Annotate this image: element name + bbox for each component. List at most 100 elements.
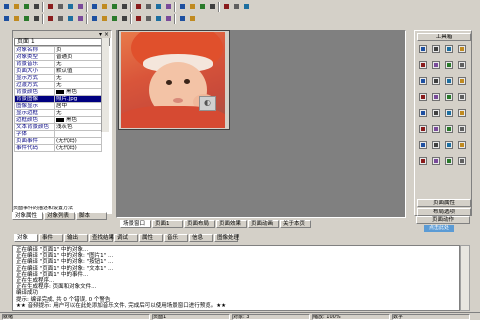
object-select[interactable]: 页面 1 ▼ xyxy=(14,38,110,46)
scene-tab[interactable]: 关于本页 xyxy=(280,220,311,228)
property-value[interactable]: 居中 xyxy=(54,102,102,110)
step-icon[interactable] xyxy=(222,2,231,11)
grid-icon[interactable] xyxy=(120,2,129,11)
check-icon[interactable] xyxy=(32,14,41,23)
close-icon[interactable]: × xyxy=(104,31,109,38)
pause-icon[interactable] xyxy=(232,2,241,11)
property-row[interactable]: 页面事件 (无代码) xyxy=(14,137,102,145)
property-scrollbar[interactable] xyxy=(101,38,109,132)
table-tool-icon[interactable] xyxy=(419,93,427,101)
property-value[interactable]: 照片.jpg xyxy=(54,95,102,103)
property-row[interactable]: 字体 xyxy=(14,130,102,138)
property-value[interactable]: 黑色 xyxy=(54,88,102,96)
align-center-icon[interactable] xyxy=(100,14,109,23)
stop-icon[interactable] xyxy=(178,2,187,11)
scene-tab[interactable]: 页面动画 xyxy=(248,220,279,228)
color-icon[interactable] xyxy=(154,14,163,23)
select-icon[interactable] xyxy=(2,14,11,23)
property-value[interactable]: 页 xyxy=(54,46,102,54)
output-tab[interactable]: 信息 xyxy=(189,234,213,242)
button-tool-icon[interactable] xyxy=(419,61,427,69)
clock-icon[interactable] xyxy=(432,157,440,165)
output-tab[interactable]: 音乐 xyxy=(164,234,188,242)
dice-icon[interactable] xyxy=(419,157,427,165)
end-icon[interactable] xyxy=(242,2,251,11)
input-icon[interactable] xyxy=(458,93,466,101)
output-tab[interactable]: 输出 xyxy=(64,234,88,242)
label-icon[interactable] xyxy=(445,125,453,133)
music-icon[interactable] xyxy=(144,2,153,11)
radio-icon[interactable] xyxy=(46,14,55,23)
pin-icon[interactable]: ▾ xyxy=(99,31,102,38)
link-icon[interactable] xyxy=(458,141,466,149)
flash-icon[interactable] xyxy=(445,77,453,85)
button-icon[interactable] xyxy=(22,14,31,23)
note-icon[interactable] xyxy=(458,157,466,165)
property-row[interactable]: 图像显示 居中 xyxy=(14,102,102,110)
property-row[interactable]: 显示边框无 xyxy=(14,109,102,117)
property-row[interactable]: 显示方式无 xyxy=(14,74,102,82)
edit-icon[interactable] xyxy=(76,14,85,23)
property-row[interactable]: 对象名称页 xyxy=(14,46,102,54)
toolbox-footer-2[interactable]: 布局选项 xyxy=(417,208,471,216)
progress-icon[interactable] xyxy=(432,125,440,133)
output-tab[interactable]: 查找结果 xyxy=(89,234,114,242)
property-row[interactable]: 背景颜色 黑色 xyxy=(14,88,102,96)
scene-tab[interactable]: 页面布局 xyxy=(184,220,215,228)
property-value[interactable]: 普通页 xyxy=(54,53,102,61)
copy-icon[interactable] xyxy=(56,2,65,11)
property-value[interactable]: 无 xyxy=(54,74,102,82)
rect-icon[interactable] xyxy=(445,61,453,69)
scene-tab[interactable]: 页面1 xyxy=(152,220,183,228)
zoom-icon[interactable] xyxy=(188,14,197,23)
size-icon[interactable] xyxy=(178,14,187,23)
font-icon[interactable] xyxy=(164,14,173,23)
pointer-icon[interactable] xyxy=(419,45,427,53)
output-tab[interactable]: 调试 xyxy=(114,234,138,242)
property-value[interactable]: 浅灰色 xyxy=(54,123,102,131)
redo-icon[interactable] xyxy=(90,2,99,11)
property-tab[interactable]: 脚本 xyxy=(76,212,107,220)
image-icon[interactable] xyxy=(134,2,143,11)
property-row[interactable]: 对象类型 普通页 xyxy=(14,53,102,61)
property-value[interactable]: (无代码) xyxy=(54,144,102,152)
output-scrollbar[interactable] xyxy=(460,245,470,311)
image-tool-icon[interactable] xyxy=(445,45,453,53)
hotspot-icon[interactable] xyxy=(445,141,453,149)
list-icon[interactable] xyxy=(56,14,65,23)
baby-photo[interactable] xyxy=(121,32,225,128)
property-value[interactable]: (无代码) xyxy=(54,137,102,145)
output-window[interactable]: 正在编译 "页面1" 中的对象... 正在编译 "页面1" 中的对象: "图片1"… xyxy=(12,245,460,311)
output-tab[interactable]: 事件 xyxy=(39,234,63,242)
property-row[interactable]: 背景图像 照片.jpg xyxy=(14,95,102,103)
cut-icon[interactable] xyxy=(46,2,55,11)
play-icon[interactable] xyxy=(154,2,163,11)
underline-icon[interactable] xyxy=(144,14,153,23)
text-tool-icon[interactable] xyxy=(432,45,440,53)
check-tool-icon[interactable] xyxy=(419,109,427,117)
table-icon[interactable] xyxy=(110,2,119,11)
list-tool-icon[interactable] xyxy=(432,109,440,117)
group-icon[interactable] xyxy=(432,141,440,149)
web-icon[interactable] xyxy=(458,77,466,85)
combo-icon[interactable] xyxy=(66,14,75,23)
tree-icon[interactable] xyxy=(458,109,466,117)
property-value[interactable]: 无 xyxy=(54,60,102,68)
rotate-icon[interactable] xyxy=(199,96,216,111)
scene-tab[interactable]: 场景窗口 xyxy=(120,220,151,228)
property-row[interactable]: 边框颜色 黑色 xyxy=(14,116,102,124)
menu-icon[interactable] xyxy=(445,109,453,117)
find-icon[interactable] xyxy=(100,2,109,11)
calendar-icon[interactable] xyxy=(445,157,453,165)
property-row[interactable]: 事件代码 (无代码) xyxy=(14,144,102,152)
print-icon[interactable] xyxy=(32,2,41,11)
output-tab[interactable]: 属性 xyxy=(139,234,163,242)
hint-label[interactable]: 点击此处 xyxy=(424,225,454,232)
property-tab[interactable]: 对象列表 xyxy=(44,212,75,220)
italic-icon[interactable] xyxy=(134,14,143,23)
toolbox-footer-3[interactable]: 页面动作 xyxy=(416,216,470,224)
scene-tab[interactable]: 页面效果 xyxy=(216,220,247,228)
property-tab[interactable]: 对象属性 xyxy=(12,212,43,220)
scroll-icon[interactable] xyxy=(419,141,427,149)
shape-icon[interactable] xyxy=(458,45,466,53)
